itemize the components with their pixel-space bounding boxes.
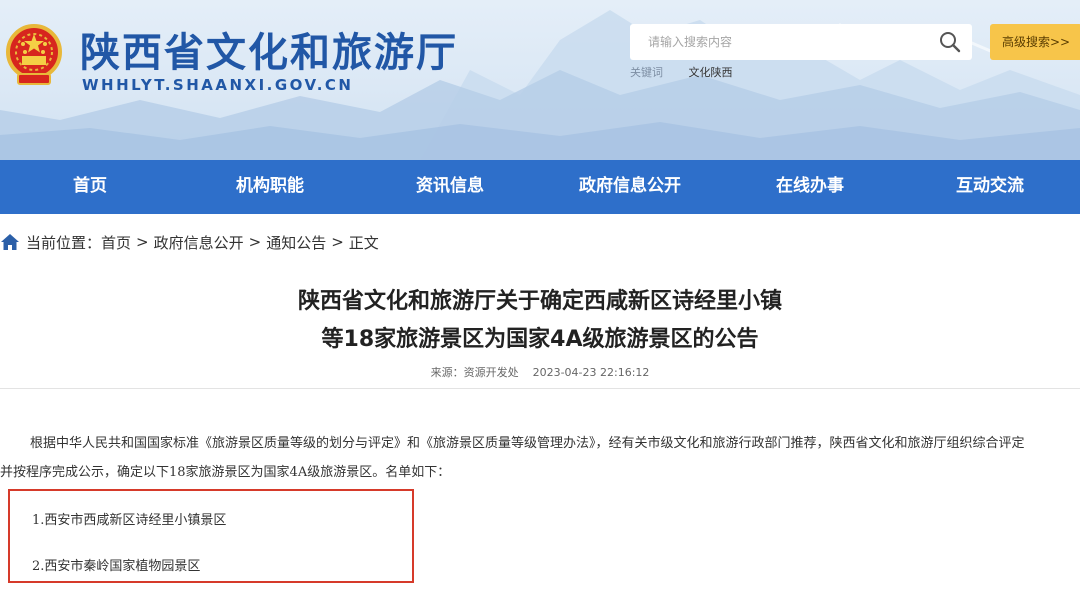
search-icon[interactable] [938,30,962,54]
article-paragraph-line-2: 并按程序完成公示，确定以下18家旅游景区为国家4A级旅游景区。名单如下： [0,465,451,480]
national-emblem-icon [6,24,62,85]
nav-item-online-service[interactable]: 在线办事 [720,160,900,214]
site-title: 陕西省文化和旅游厅 [80,29,458,76]
nav-item-gov-info[interactable]: 政府信息公开 [540,160,720,214]
main-nav: 首页 机构职能 资讯信息 政府信息公开 在线办事 互动交流 [0,160,1080,214]
search-box [630,24,972,60]
home-icon [1,234,19,250]
nav-item-interaction[interactable]: 互动交流 [900,160,1080,214]
hot-keywords-label: 关键词 [630,66,663,79]
breadcrumb-gov-info[interactable]: 政府信息公开 [154,232,244,253]
divider [0,388,1080,389]
list-item: 1.西安市西咸新区诗经里小镇景区 [32,513,227,528]
article-source: 来源：资源开发处 [430,366,519,379]
article-paragraph-line-1: 根据中华人民共和国国家标准《旅游景区质量等级的划分与评定》和《旅游景区质量等级管… [30,436,1025,451]
article-meta: 来源：资源开发处 2023-04-23 22:16:12 [0,364,1080,380]
breadcrumb-separator: > [248,233,262,251]
list-item: 2.西安市秦岭国家植物园景区 [32,559,201,574]
site-domain: WHHLYT.SHAANXI.GOV.CN [82,76,354,94]
article-title-line-2: 等18家旅游景区为国家4A级旅游景区的公告 [321,327,759,352]
breadcrumb: 当前位置： 首页 > 政府信息公开 > 通知公告 > 正文 [0,230,379,254]
advanced-search-button[interactable]: 高级搜索>> [990,24,1080,60]
breadcrumb-separator: > [136,233,149,251]
hot-keyword-link[interactable]: 文化陕西 [689,66,733,79]
nav-item-news[interactable]: 资讯信息 [360,160,540,214]
breadcrumb-notices[interactable]: 通知公告 [266,232,326,253]
hot-keywords: 关键词 文化陕西 [630,64,733,80]
nav-item-organization[interactable]: 机构职能 [180,160,360,214]
article-title-line-1: 陕西省文化和旅游厅关于确定西咸新区诗经里小镇 [297,289,782,314]
article-date: 2023-04-23 22:16:12 [532,366,650,379]
breadcrumb-home[interactable]: 首页 [101,232,131,253]
breadcrumb-separator: > [331,233,344,251]
nav-item-home[interactable]: 首页 [0,160,180,214]
search-input[interactable] [630,24,920,60]
breadcrumb-current: 正文 [348,233,379,252]
breadcrumb-label: 当前位置： [26,233,102,252]
site-header: 陕西省文化和旅游厅 WHHLYT.SHAANXI.GOV.CN 高级搜索>> 关… [0,0,1080,160]
